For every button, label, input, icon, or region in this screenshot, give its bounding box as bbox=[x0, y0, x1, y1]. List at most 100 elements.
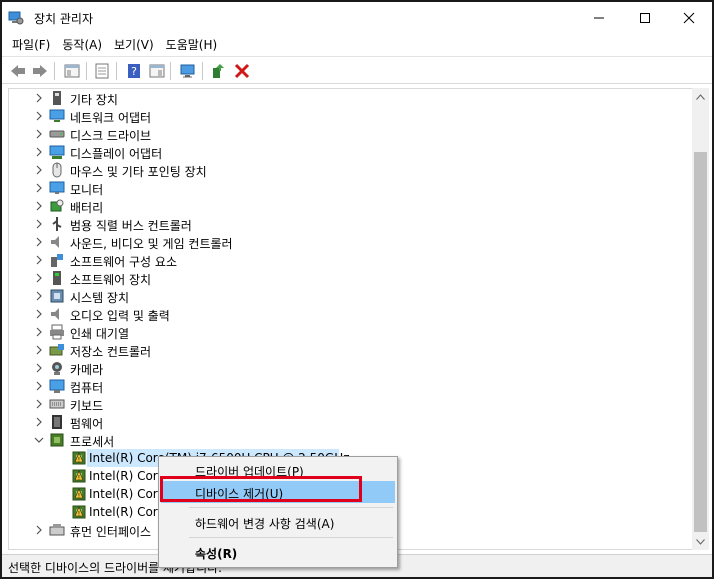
close-button[interactable] bbox=[666, 2, 712, 34]
back-icon bbox=[11, 65, 25, 77]
menu-file[interactable]: 파일(F) bbox=[6, 35, 56, 55]
system-device-icon bbox=[49, 288, 65, 304]
chevron-right-icon bbox=[36, 327, 42, 337]
expand-toggle[interactable] bbox=[33, 290, 45, 302]
scan-hardware-button[interactable] bbox=[178, 61, 198, 81]
chevron-right-icon bbox=[36, 111, 42, 121]
tree-node[interactable]: 네트워크 어댑터 bbox=[9, 107, 694, 125]
tree-node[interactable]: 오디오 입력 및 출력 bbox=[9, 305, 694, 323]
scroll-thumb[interactable] bbox=[694, 152, 707, 532]
menu-bar: 파일(F) 동작(A) 보기(V) 도움말(H) bbox=[2, 34, 712, 56]
audio-io-icon bbox=[49, 306, 65, 322]
expand-toggle-expanded[interactable] bbox=[33, 434, 45, 446]
sound-icon bbox=[49, 234, 65, 250]
menu-item-properties[interactable]: 속성(R) bbox=[161, 541, 395, 563]
action-pane-button[interactable] bbox=[147, 61, 167, 81]
tree-node[interactable]: 배터리 bbox=[9, 197, 694, 215]
tree-node[interactable]: 마우스 및 기타 포인팅 장치 bbox=[9, 161, 694, 179]
expand-toggle[interactable] bbox=[33, 326, 45, 338]
tree-node[interactable]: 시스템 장치 bbox=[9, 287, 694, 305]
expand-toggle[interactable] bbox=[33, 524, 45, 536]
minimize-icon bbox=[594, 17, 604, 19]
expand-toggle[interactable] bbox=[33, 308, 45, 320]
expand-toggle[interactable] bbox=[33, 380, 45, 392]
tree-node[interactable]: 소프트웨어 장치 bbox=[9, 269, 694, 287]
tree-node-label: 배터리 bbox=[70, 201, 104, 215]
chevron-right-icon bbox=[36, 255, 42, 265]
tree-node[interactable]: 디스플레이 어댑터 bbox=[9, 143, 694, 161]
context-menu: 드라이버 업데이트(P) 디바이스 제거(U) 하드웨어 변경 사항 검색(A)… bbox=[158, 456, 398, 568]
chevron-right-icon bbox=[36, 147, 42, 157]
chevron-down-icon bbox=[34, 437, 44, 443]
chevron-right-icon bbox=[36, 417, 42, 427]
show-hide-tree-icon bbox=[64, 64, 80, 78]
expand-toggle[interactable] bbox=[33, 200, 45, 212]
camera-icon bbox=[49, 360, 65, 376]
tree-node[interactable]: 카메라 bbox=[9, 359, 694, 377]
other-devices-icon bbox=[49, 90, 65, 106]
chevron-right-icon bbox=[36, 309, 42, 319]
chevron-right-icon bbox=[36, 165, 42, 175]
battery-icon bbox=[49, 198, 65, 214]
tree-node[interactable]: 인쇄 대기열 bbox=[9, 323, 694, 341]
tree-node[interactable]: 사운드, 비디오 및 게임 컨트롤러 bbox=[9, 233, 694, 251]
menu-view[interactable]: 보기(V) bbox=[108, 35, 160, 55]
expand-toggle[interactable] bbox=[33, 146, 45, 158]
maximize-icon bbox=[640, 13, 650, 23]
update-driver-icon bbox=[213, 64, 224, 78]
title-bar: 장치 관리자 bbox=[2, 2, 712, 34]
expand-toggle[interactable] bbox=[33, 128, 45, 140]
tree-node[interactable]: 기타 장치 bbox=[9, 89, 694, 107]
toolbar-separator bbox=[54, 62, 55, 80]
expand-toggle[interactable] bbox=[33, 254, 45, 266]
tree-node-label: 범용 직렬 버스 컨트롤러 bbox=[70, 219, 192, 233]
menu-item-scan-hardware[interactable]: 하드웨어 변경 사항 검색(A) bbox=[161, 511, 395, 533]
expand-toggle[interactable] bbox=[33, 92, 45, 104]
scroll-up-button[interactable] bbox=[692, 88, 709, 105]
expand-toggle[interactable] bbox=[33, 164, 45, 176]
update-driver-button[interactable] bbox=[208, 61, 228, 81]
tree-node[interactable]: 범용 직렬 버스 컨트롤러 bbox=[9, 215, 694, 233]
expand-toggle[interactable] bbox=[33, 344, 45, 356]
maximize-button[interactable] bbox=[622, 2, 668, 34]
help-button[interactable]: ? bbox=[124, 61, 144, 81]
minimize-button[interactable] bbox=[576, 2, 622, 34]
expand-toggle[interactable] bbox=[33, 218, 45, 230]
chevron-right-icon bbox=[36, 219, 42, 229]
tree-node[interactable]: 저장소 컨트롤러 bbox=[9, 341, 694, 359]
back-button[interactable] bbox=[8, 61, 28, 81]
expand-toggle[interactable] bbox=[33, 236, 45, 248]
tree-node[interactable]: 모니터 bbox=[9, 179, 694, 197]
svg-text:!: ! bbox=[78, 475, 80, 482]
forward-button[interactable] bbox=[30, 61, 50, 81]
properties-button[interactable] bbox=[92, 61, 112, 81]
show-hide-tree-button[interactable] bbox=[62, 61, 82, 81]
close-icon bbox=[683, 12, 695, 24]
uninstall-button[interactable] bbox=[232, 61, 252, 81]
scroll-down-button[interactable] bbox=[692, 533, 709, 550]
device-manager-window: 장치 관리자 파일(F) 동작(A) 보기(V) 도움말(H) ? 기타 장치 … bbox=[0, 0, 714, 579]
chevron-right-icon bbox=[36, 129, 42, 139]
expand-toggle[interactable] bbox=[33, 362, 45, 374]
tree-node[interactable]: 펌웨어 bbox=[9, 413, 694, 431]
menu-action[interactable]: 동작(A) bbox=[56, 35, 108, 55]
expand-toggle[interactable] bbox=[33, 398, 45, 410]
tree-node-label: 컴퓨터 bbox=[70, 381, 104, 395]
uninstall-icon bbox=[234, 63, 250, 79]
menu-help[interactable]: 도움말(H) bbox=[160, 35, 224, 55]
chevron-right-icon bbox=[36, 183, 42, 193]
vertical-scrollbar[interactable] bbox=[692, 88, 709, 550]
expand-toggle[interactable] bbox=[33, 182, 45, 194]
tree-node[interactable]: 키보드 bbox=[9, 395, 694, 413]
tree-node[interactable]: 디스크 드라이브 bbox=[9, 125, 694, 143]
expand-toggle[interactable] bbox=[33, 416, 45, 428]
tree-node[interactable]: 소프트웨어 구성 요소 bbox=[9, 251, 694, 269]
monitor-icon bbox=[49, 180, 65, 196]
chevron-right-icon bbox=[36, 273, 42, 283]
expand-toggle[interactable] bbox=[33, 272, 45, 284]
tree-node[interactable]: 프로세서 bbox=[9, 431, 694, 449]
tree-node[interactable]: 컴퓨터 bbox=[9, 377, 694, 395]
cpu-warning-icon: ! bbox=[71, 468, 87, 484]
svg-text:!: ! bbox=[78, 511, 80, 518]
expand-toggle[interactable] bbox=[33, 110, 45, 122]
